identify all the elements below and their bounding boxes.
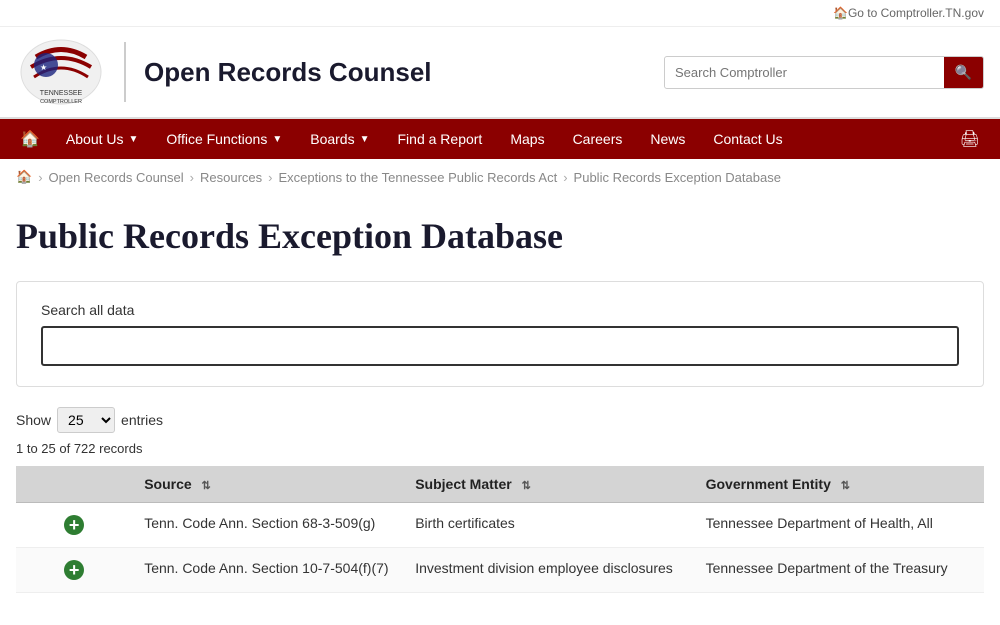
svg-text:TENNESSEE: TENNESSEE [40,90,83,97]
source-cell: Tenn. Code Ann. Section 10-7-504(f)(7) [132,548,403,593]
expand-icon[interactable]: + [64,515,84,535]
main-content: Public Records Exception Database Search… [0,195,1000,613]
col-source-header[interactable]: Source ⇅ [132,466,403,503]
table-row: + Tenn. Code Ann. Section 10-7-504(f)(7)… [16,548,984,593]
caret-icon: ▼ [129,134,139,145]
search-all-input[interactable] [41,326,959,366]
search-all-label: Search all data [41,302,959,318]
breadcrumb-sep: › [38,170,42,185]
home-icon: 🏠 [833,6,848,20]
caret-icon: ▼ [272,134,282,145]
source-cell: Tenn. Code Ann. Section 68-3-509(g) [132,503,403,548]
records-count: 1 to 25 of 722 records [16,441,984,456]
print-button[interactable]: 🖨 [948,119,992,159]
breadcrumb-sep: › [563,170,567,185]
expand-icon[interactable]: + [64,560,84,580]
logo-divider [124,42,126,102]
search-box: 🔍 [664,56,984,89]
subject-cell: Investment division employee disclosures [403,548,693,593]
breadcrumb-resources[interactable]: Resources [200,170,262,185]
nav-office-functions[interactable]: Office Functions ▼ [152,119,296,159]
main-nav: 🏠 About Us ▼ Office Functions ▼ Boards ▼… [0,119,1000,159]
search-button[interactable]: 🔍 [944,57,983,88]
breadcrumb-home[interactable]: 🏠 [16,169,32,185]
nav-right: 🖨 [948,119,992,159]
logo-emblem: ★ TENNESSEE COMPTROLLER [16,37,106,107]
sort-icon: ⇅ [841,479,850,492]
nav-maps[interactable]: Maps [496,119,558,159]
table-row: + Tenn. Code Ann. Section 68-3-509(g) Bi… [16,503,984,548]
svg-text:★: ★ [40,63,47,72]
nav-find-report[interactable]: Find a Report [384,119,497,159]
search-input[interactable] [665,58,944,87]
show-label: Show [16,412,51,428]
nav-boards[interactable]: Boards ▼ [296,119,383,159]
entity-cell: Tennessee Department of the Treasury [694,548,984,593]
search-area: 🔍 [664,56,984,89]
entries-select[interactable]: 25 50 100 [57,407,115,433]
breadcrumb-sep: › [190,170,194,185]
breadcrumb-exceptions[interactable]: Exceptions to the Tennessee Public Recor… [279,170,558,185]
org-title: Open Records Counsel [144,58,432,87]
nav-careers[interactable]: Careers [559,119,637,159]
entity-cell: Tennessee Department of Health, All [694,503,984,548]
nav-home[interactable]: 🏠 [8,119,52,159]
entries-label: entries [121,412,163,428]
top-bar: 🏠 Go to Comptroller.TN.gov [0,0,1000,27]
nav-about[interactable]: About Us ▼ [52,119,153,159]
subject-cell: Birth certificates [403,503,693,548]
nav-contact[interactable]: Contact Us [699,119,796,159]
site-header: ★ TENNESSEE COMPTROLLER Open Records Cou… [0,27,1000,119]
logo-text: Open Records Counsel [144,58,432,87]
comptroller-link[interactable]: Go to Comptroller.TN.gov [848,6,984,20]
col-subject-header[interactable]: Subject Matter ⇅ [403,466,693,503]
sort-icon: ⇅ [202,479,211,492]
breadcrumb: 🏠 › Open Records Counsel › Resources › E… [0,159,1000,195]
svg-text:COMPTROLLER: COMPTROLLER [40,99,82,105]
table-controls: Show 25 50 100 entries [16,407,984,433]
page-title: Public Records Exception Database [16,215,984,257]
caret-icon: ▼ [360,134,370,145]
logo-area: ★ TENNESSEE COMPTROLLER Open Records Cou… [16,37,432,107]
breadcrumb-sep: › [268,170,272,185]
breadcrumb-orc[interactable]: Open Records Counsel [49,170,184,185]
records-table: Source ⇅ Subject Matter ⇅ Government Ent… [16,466,984,593]
table-header-row: Source ⇅ Subject Matter ⇅ Government Ent… [16,466,984,503]
breadcrumb-current: Public Records Exception Database [574,170,781,185]
col-expand-header [16,466,132,503]
expand-cell[interactable]: + [16,503,132,548]
search-section: Search all data [16,281,984,387]
nav-news[interactable]: News [636,119,699,159]
sort-icon: ⇅ [522,479,531,492]
col-entity-header[interactable]: Government Entity ⇅ [694,466,984,503]
expand-cell[interactable]: + [16,548,132,593]
